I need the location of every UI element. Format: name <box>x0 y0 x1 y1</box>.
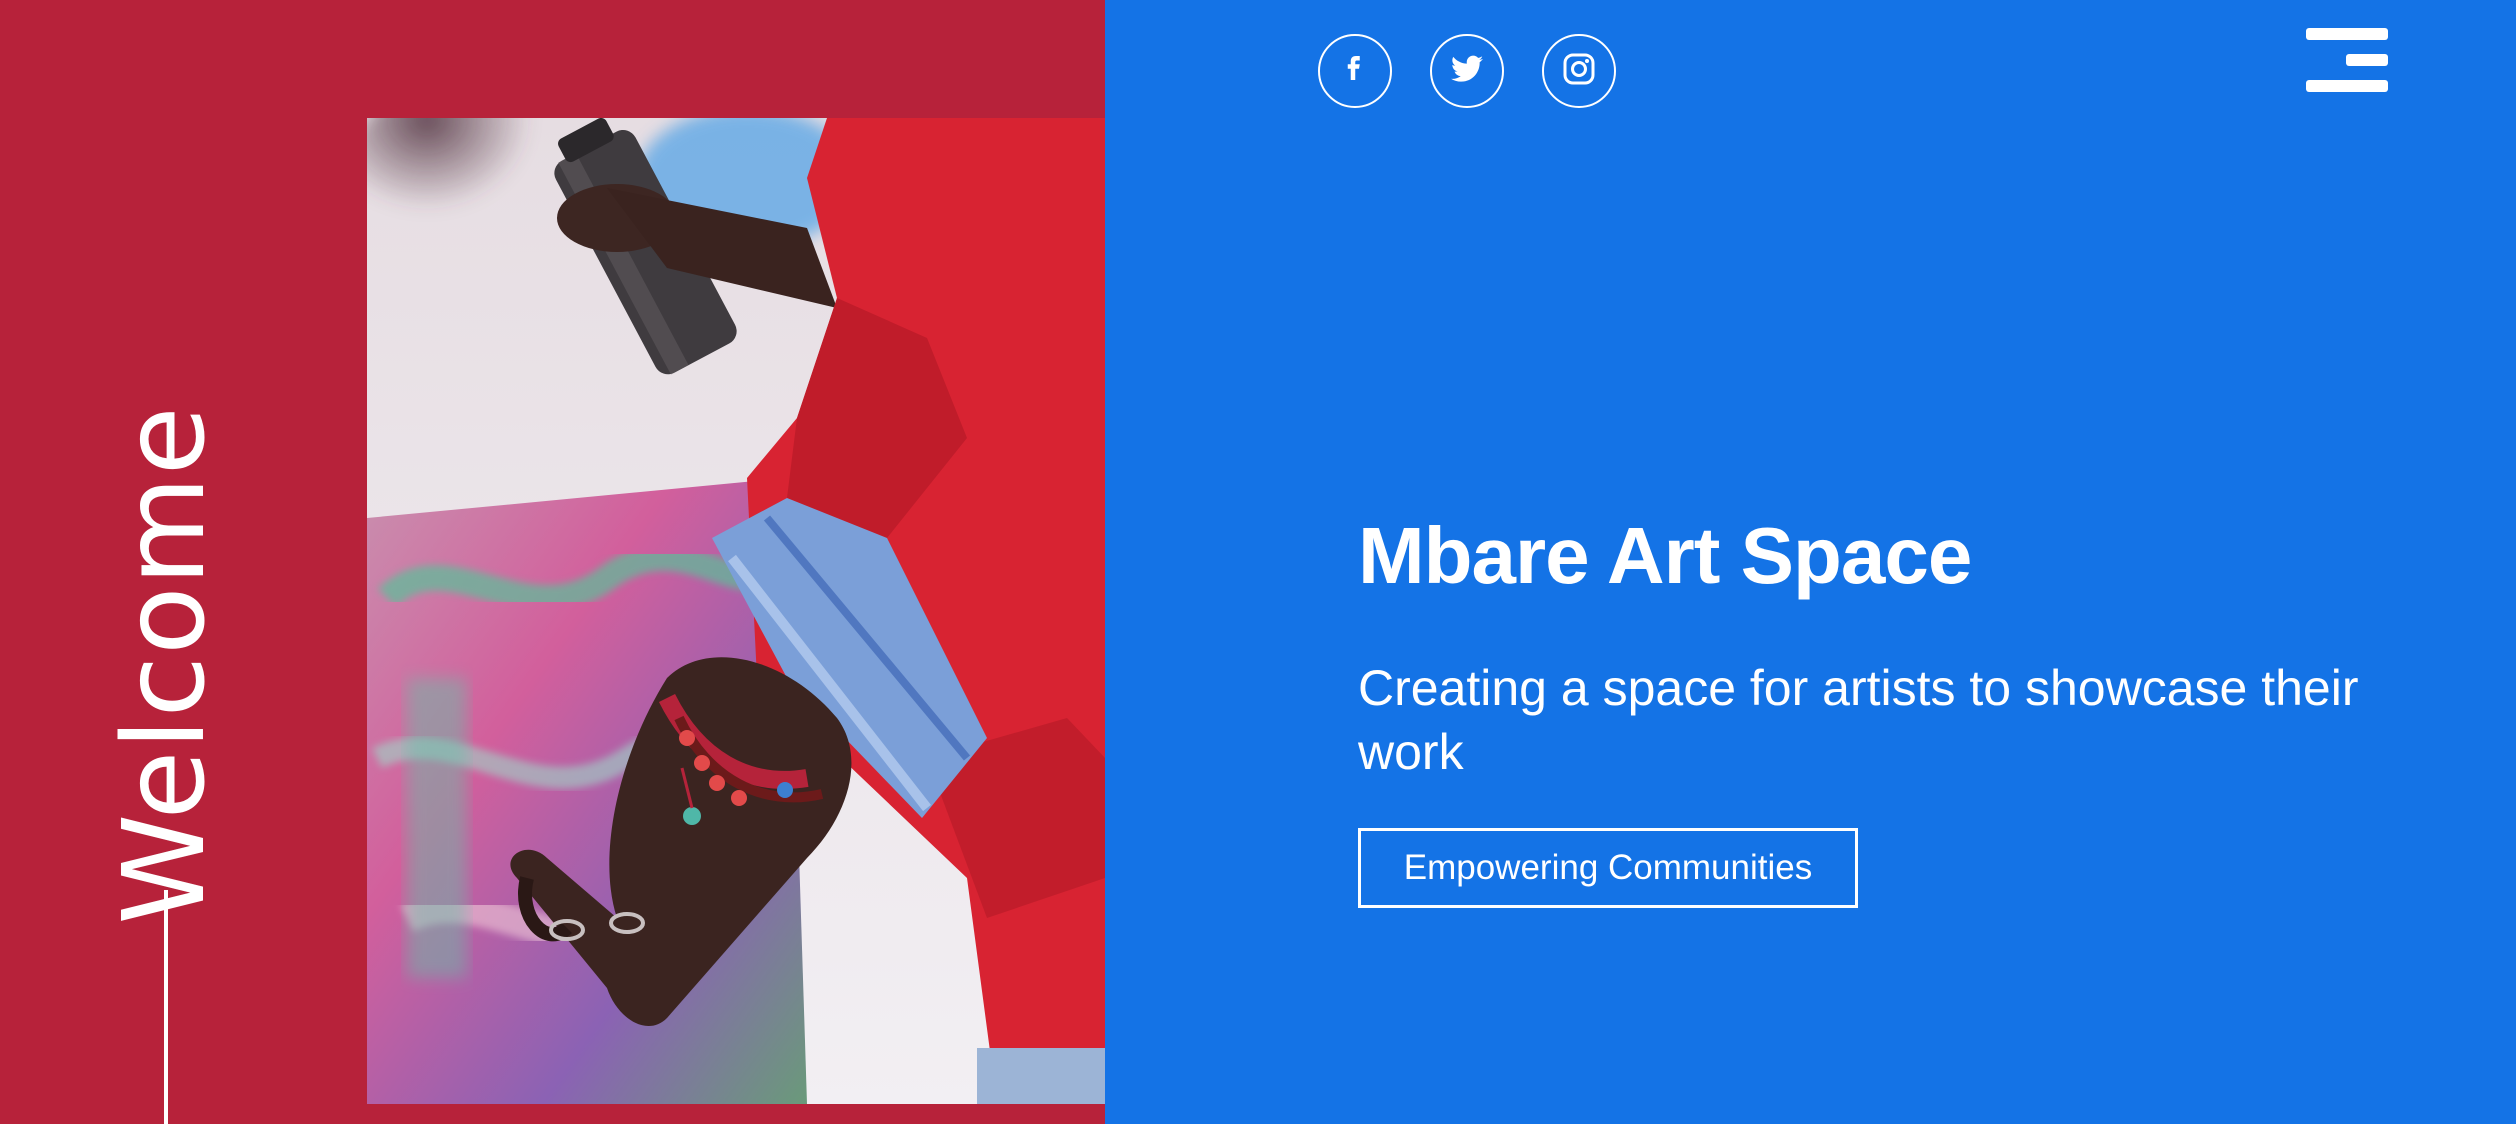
hamburger-menu-button[interactable] <box>2306 28 2388 92</box>
hamburger-menu-icon <box>2306 28 2388 40</box>
facebook-link[interactable] <box>1318 34 1392 108</box>
instagram-icon <box>1562 52 1596 90</box>
twitter-link[interactable] <box>1430 34 1504 108</box>
page: Welcome Mbare Art Space Creating a space… <box>0 0 2516 1124</box>
hero-photo <box>367 118 1105 1104</box>
hero-subtitle: Creating a space for artists to showcase… <box>1358 660 2359 780</box>
left-panel: Welcome <box>0 0 1105 1124</box>
hamburger-menu-icon-bar <box>2306 80 2388 92</box>
facebook-icon <box>1344 53 1366 89</box>
empowering-communities-button[interactable]: Empowering Communities <box>1358 828 1858 908</box>
page-title: Mbare Art Space <box>1358 511 1972 600</box>
instagram-link[interactable] <box>1542 34 1616 108</box>
twitter-icon <box>1451 55 1483 87</box>
welcome-divider-line <box>164 890 168 1124</box>
hamburger-menu-icon-bar <box>2346 54 2388 66</box>
welcome-text: Welcome <box>100 405 230 925</box>
